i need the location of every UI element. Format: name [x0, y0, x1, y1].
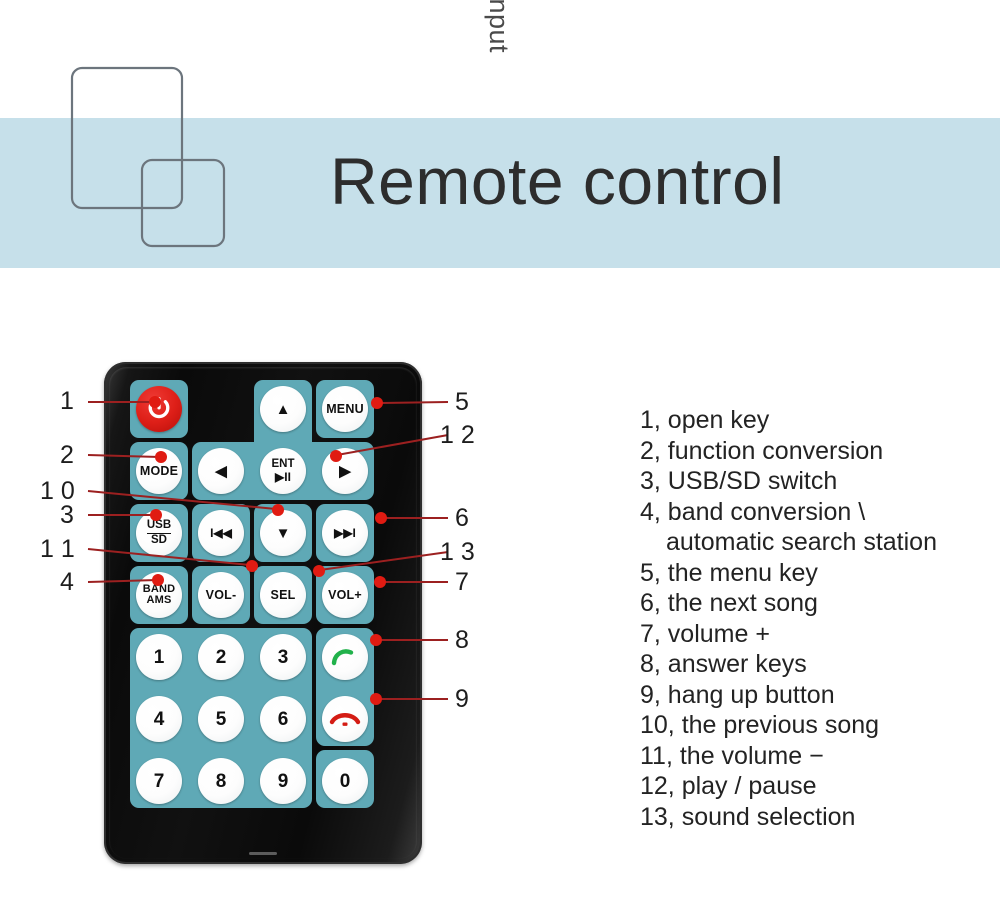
answer-call-button[interactable] — [322, 634, 368, 680]
list-item: automatic search station — [666, 528, 937, 556]
numpad-key-9[interactable]: 9 — [260, 758, 306, 804]
next-track-icon: ▶▶I — [334, 526, 356, 540]
previous-track-button[interactable]: I◀◀ — [198, 510, 244, 556]
numpad-label: 7 — [153, 770, 165, 792]
power-icon — [148, 397, 170, 419]
chevron-right-icon: ▶ — [339, 462, 351, 480]
numpad-label: 1 — [153, 646, 165, 668]
numpad-key-6[interactable]: 6 — [260, 696, 306, 742]
arrow-down-button[interactable]: ▼ — [260, 510, 306, 556]
arrow-up-button[interactable]: ▲ — [260, 386, 306, 432]
ir-emitter-mark — [249, 852, 277, 855]
numpad-label: 9 — [277, 770, 289, 792]
cut-off-input-label: input — [484, 0, 514, 54]
chevron-up-icon: ▲ — [275, 400, 291, 418]
callout-label-9: 9 — [455, 685, 469, 713]
usb-sd-button[interactable]: USB SD — [136, 510, 182, 556]
band-ams-button[interactable]: BAND AMS — [136, 572, 182, 618]
volume-up-button[interactable]: VOL+ — [322, 572, 368, 618]
callout-label-2: 2 — [60, 441, 74, 469]
ent-play-pause-button[interactable]: ENT ▶II — [260, 448, 306, 494]
callout-label-4: 4 — [60, 568, 74, 596]
page-title: Remote control — [330, 144, 785, 218]
callout-label-5: 5 — [455, 388, 469, 416]
volume-down-label: VOL- — [205, 587, 237, 602]
callout-label-12: 1 2 — [440, 421, 475, 449]
answer-call-icon — [331, 649, 354, 666]
mode-label: MODE — [139, 463, 179, 478]
numpad-key-2[interactable]: 2 — [198, 634, 244, 680]
list-item: 7, volume + — [640, 619, 770, 648]
list-item: 8, answer keys — [640, 650, 807, 678]
callout-label-7: 7 — [455, 568, 469, 596]
numpad-label: 6 — [277, 708, 289, 730]
callout-label-8: 8 — [455, 626, 469, 654]
numpad-label: 3 — [277, 646, 289, 668]
cut-off-input-text: input — [480, 0, 550, 62]
numpad-label: 8 — [215, 770, 227, 792]
callout-label-1: 1 — [60, 387, 74, 415]
play-pause-icon: ▶II — [275, 469, 291, 484]
mode-button[interactable]: MODE — [136, 448, 182, 494]
numpad-label: 4 — [153, 708, 165, 730]
list-item: 2, function conversion — [640, 436, 884, 465]
volume-up-label: VOL+ — [328, 587, 362, 602]
sd-label: SD — [151, 533, 167, 546]
numpad-key-7[interactable]: 7 — [136, 758, 182, 804]
numpad-label: 2 — [215, 646, 227, 668]
remote-control-device: MODE USB SD BAND AMS ▲ MENU ◀ ENT ▶II ▶ … — [104, 362, 422, 864]
hang-up-icon — [329, 713, 361, 726]
list-item: 12, play / pause — [640, 772, 817, 800]
numpad-key-0[interactable]: 0 — [322, 758, 368, 804]
list-item: 5, the menu key — [640, 558, 818, 587]
callout-label-11: 1 1 — [40, 535, 75, 563]
usb-label: USB — [146, 519, 172, 534]
numpad-key-5[interactable]: 5 — [198, 696, 244, 742]
power-button[interactable] — [136, 386, 182, 432]
list-item: 1, open key — [640, 406, 770, 434]
sel-label: SEL — [270, 587, 296, 602]
list-item: 3, USB/SD switch — [640, 467, 838, 495]
numpad-label: 5 — [215, 708, 227, 730]
list-item: 11, the volume − — [640, 741, 824, 770]
list-item: 9, hang up button — [640, 680, 835, 709]
menu-label: MENU — [326, 401, 364, 416]
ams-label: AMS — [146, 594, 172, 606]
callout-label-6: 6 — [455, 504, 469, 532]
numpad-key-8[interactable]: 8 — [198, 758, 244, 804]
list-item: 6, the next song — [640, 589, 818, 617]
arrow-right-button[interactable]: ▶ — [322, 448, 368, 494]
numpad-key-4[interactable]: 4 — [136, 696, 182, 742]
previous-track-icon: I◀◀ — [210, 526, 232, 540]
list-item: 4, band conversion \ — [640, 497, 866, 526]
menu-button[interactable]: MENU — [322, 386, 368, 432]
numpad-key-1[interactable]: 1 — [136, 634, 182, 680]
chevron-left-icon: ◀ — [215, 462, 227, 480]
callout-label-3: 3 — [60, 501, 74, 529]
list-item: 10, the previous song — [640, 711, 880, 739]
numpad-label: 0 — [339, 770, 351, 792]
hang-up-button[interactable] — [322, 696, 368, 742]
list-item: 13, sound selection — [640, 802, 856, 831]
chevron-down-icon: ▼ — [275, 524, 291, 542]
sel-button[interactable]: SEL — [260, 572, 306, 618]
next-track-button[interactable]: ▶▶I — [322, 510, 368, 556]
arrow-left-button[interactable]: ◀ — [198, 448, 244, 494]
numpad-key-3[interactable]: 3 — [260, 634, 306, 680]
volume-down-button[interactable]: VOL- — [198, 572, 244, 618]
callout-label-13: 1 3 — [440, 538, 475, 566]
legend-list: 1, open key 2, function conversion 3, US… — [640, 405, 980, 832]
decorative-rounded-rectangles — [60, 60, 260, 260]
